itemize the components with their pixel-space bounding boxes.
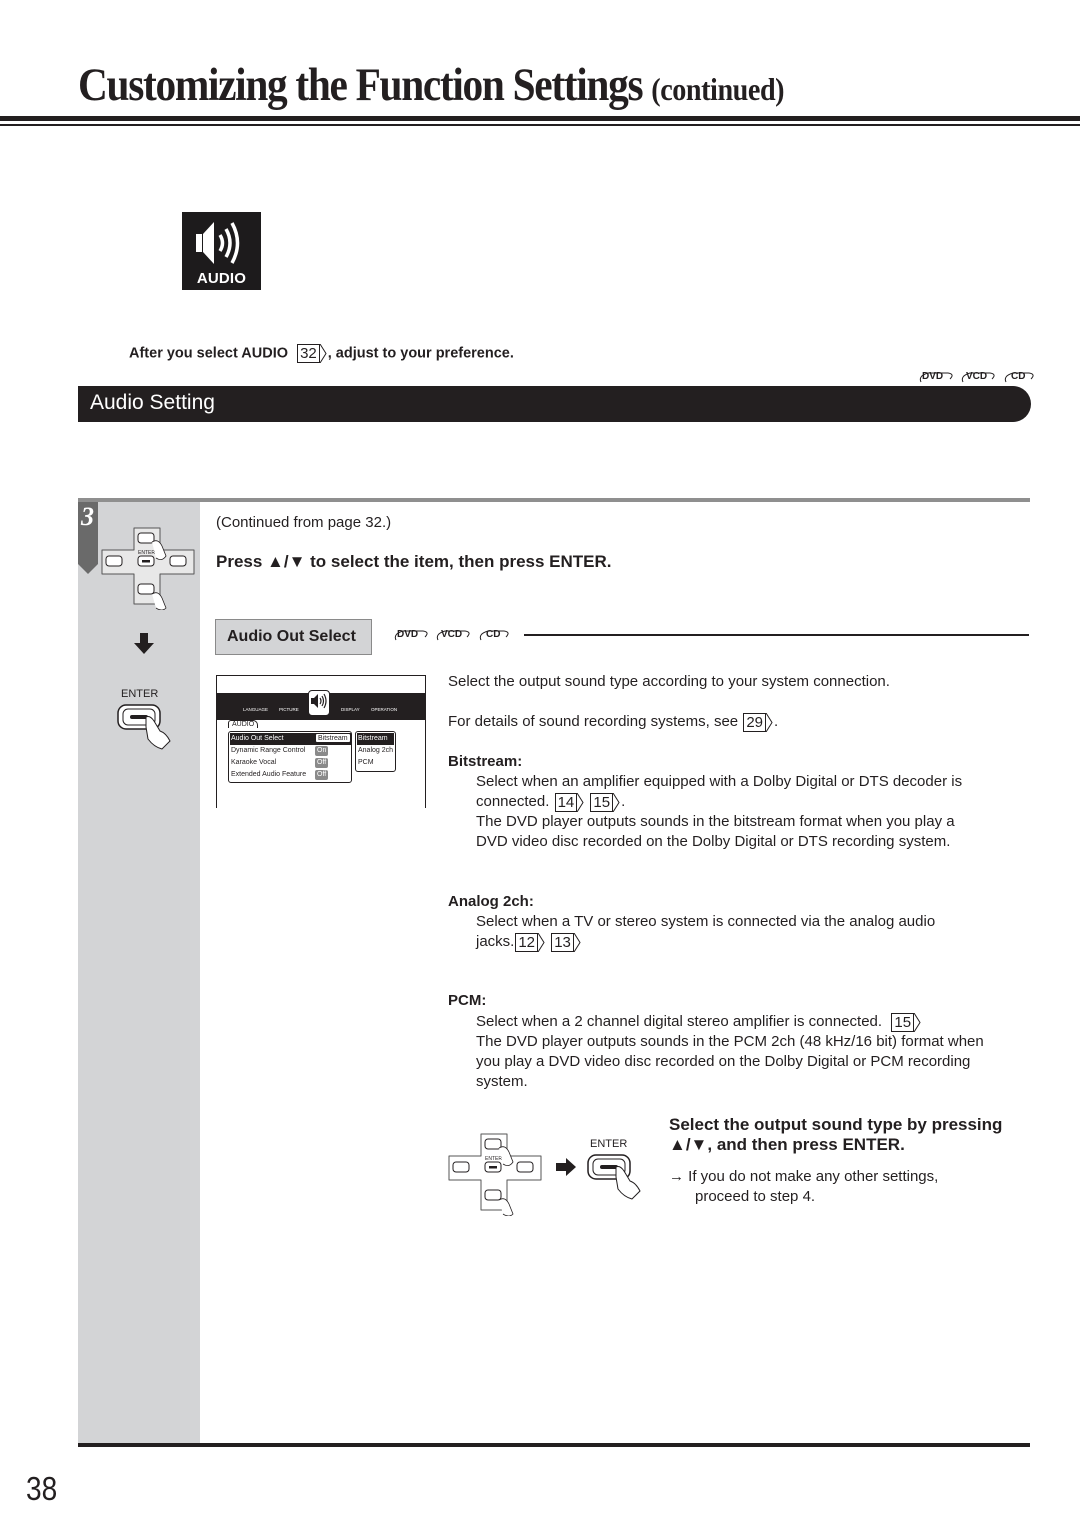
option-text: jacks. 12 13 (476, 932, 582, 952)
option-text: The DVD player outputs sounds in the PCM… (476, 1033, 984, 1050)
osd-menu-tab: AUDIO (228, 720, 259, 728)
page-ref-15[interactable]: 15 (891, 1012, 921, 1032)
disc-badge-dvd: DVD (393, 626, 431, 642)
header-rule-thin (0, 124, 1080, 126)
osd-row-value: Bitstream (315, 733, 351, 743)
final-instruction: Select the output sound type by pressing… (669, 1115, 1002, 1155)
final-instruction-line: Select the output sound type by pressing (669, 1115, 1003, 1134)
osd-options-list: Bitstream Analog 2ch PCM (355, 731, 396, 772)
page-ref-29[interactable]: 29 (743, 712, 773, 732)
section-header-bar: Audio Setting (78, 386, 1031, 422)
osd-tab-bar: LANGUAGE PICTURE DISPLAY OPERATION (217, 690, 425, 720)
option-heading-bitstream: Bitstream: (448, 753, 523, 770)
option-heading-pcm: PCM: (448, 992, 487, 1009)
disc-badges-item: DVD VCD CD (393, 626, 512, 647)
final-note-line: proceed to step 4. (695, 1188, 816, 1205)
step-number: 3 (81, 502, 94, 531)
item-label: Audio Out Select (227, 628, 356, 645)
option-text: Select when a 2 channel digital stereo a… (476, 1012, 922, 1032)
page-ref-number: 32 (297, 344, 320, 363)
osd-row: Dynamic Range Control On (231, 746, 329, 756)
step-number-tab: 3 (78, 502, 98, 574)
option-text: you play a DVD video disc recorded on th… (476, 1053, 971, 1070)
header-rule (0, 116, 1080, 121)
page-ref-32[interactable]: 32 (297, 344, 327, 363)
page-ref-12[interactable]: 12 (515, 932, 545, 952)
osd-row-value: Off (315, 770, 329, 780)
svg-text:DVD: DVD (922, 371, 943, 382)
continued-note: (Continued from page 32.) (216, 514, 392, 531)
audio-menu-icon: AUDIO (182, 212, 261, 290)
page-ref-14[interactable]: 14 (554, 792, 585, 812)
enter-label: ENTER (590, 1138, 628, 1150)
osd-tab-picture: PICTURE (279, 707, 299, 712)
option-text: The DVD player outputs sounds in the bit… (476, 813, 955, 830)
description-line: Select the output sound type according t… (448, 673, 890, 690)
osd-row: Extended Audio Feature Off (231, 770, 329, 780)
speaker-icon (196, 222, 240, 264)
section-title: Audio Setting (90, 391, 215, 414)
disc-badge-cd: CD (478, 626, 512, 642)
disc-badge-vcd: VCD (960, 368, 998, 384)
option-text: Select when an amplifier equipped with a… (476, 773, 963, 790)
svg-text:CD: CD (486, 629, 500, 640)
osd-tab-display: DISPLAY (341, 707, 360, 712)
enter-button-icon (587, 1154, 641, 1200)
page-title-suffix: (continued) (651, 71, 785, 107)
option-text: connected. 14 15. (476, 792, 626, 812)
option-heading-analog: Analog 2ch: (448, 893, 534, 910)
osd-tab-operation: OPERATION (371, 707, 398, 712)
page-number: 38 (26, 1470, 58, 1507)
option-text: Select when a TV or stereo system is con… (476, 913, 936, 930)
enter-button-icon (117, 704, 171, 750)
intro-before: After you select AUDIO (129, 345, 288, 362)
remote-dpad-icon: ENTER (448, 1133, 542, 1216)
step-top-rule (78, 498, 1030, 502)
svg-text:ENTER: ENTER (138, 550, 155, 556)
page-ref-13[interactable]: 13 (551, 932, 581, 952)
step-instruction: Press ▲/▼ to select the item, then press… (216, 552, 612, 571)
description-line: For details of sound recording systems, … (448, 712, 779, 732)
svg-text:ENTER: ENTER (485, 1156, 502, 1162)
enter-label: ENTER (121, 688, 159, 700)
osd-row-value: On (315, 746, 329, 756)
item-label-box: Audio Out Select (215, 619, 372, 655)
option-text: system. (476, 1073, 528, 1090)
osd-tab-audio (308, 690, 330, 716)
osd-option: PCM (358, 759, 374, 766)
svg-text:CD: CD (1011, 371, 1025, 382)
speaker-icon (311, 693, 327, 709)
disc-badge-cd: CD (1003, 368, 1037, 384)
osd-row: Audio Out Select Bitstream (230, 733, 351, 745)
intro-after: , adjust to your preference. (327, 345, 514, 362)
down-arrow-icon (134, 633, 154, 654)
final-instruction-line: ▲/▼, and then press ENTER. (669, 1135, 905, 1154)
item-divider (524, 634, 1029, 636)
footer-rule (78, 1443, 1030, 1447)
disc-badge-dvd: DVD (918, 368, 956, 384)
osd-option: Bitstream (357, 733, 394, 745)
svg-text:DVD: DVD (397, 629, 418, 640)
final-note: → If you do not make any other settings,… (669, 1167, 938, 1207)
svg-text:VCD: VCD (966, 371, 987, 382)
svg-text:VCD: VCD (441, 629, 462, 640)
right-arrow-icon (556, 1158, 576, 1176)
remote-dpad-icon: ENTER (101, 527, 195, 610)
intro-text: After you select AUDIO 32 , adjust to you… (129, 344, 514, 363)
on-screen-menu: LANGUAGE PICTURE DISPLAY OPERATION AUDIO… (216, 675, 426, 808)
osd-row: Karaoke Vocal Off (231, 758, 329, 768)
osd-row-value: Off (315, 758, 329, 768)
osd-tab-language: LANGUAGE (243, 707, 269, 712)
page-ref-15[interactable]: 15 (590, 792, 620, 812)
osd-option: Analog 2ch (358, 747, 394, 754)
page-title: Customizing the Function Settings (conti… (78, 58, 785, 112)
option-text: DVD video disc recorded on the Dolby Dig… (476, 833, 951, 850)
disc-badge-vcd: VCD (435, 626, 473, 642)
audio-icon-label: AUDIO (196, 270, 247, 287)
osd-settings-list: Audio Out Select Bitstream Dynamic Range … (228, 731, 352, 783)
final-note-line: → If you do not make any other settings, (669, 1168, 939, 1185)
page-title-text: Customizing the Function Settings (78, 59, 644, 111)
